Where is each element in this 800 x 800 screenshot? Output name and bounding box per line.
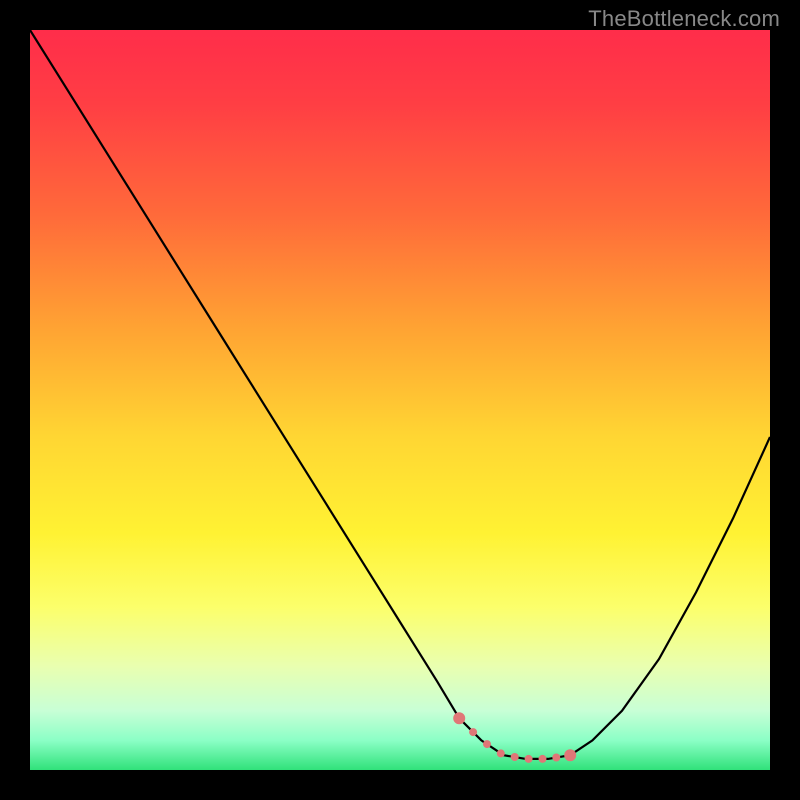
watermark-text: TheBottleneck.com [588,6,780,32]
plot-area [30,30,770,770]
optimal-dot [552,754,560,762]
chart-container: TheBottleneck.com [0,0,800,800]
optimal-dot [525,755,533,763]
optimal-dot [497,749,505,757]
optimal-dot [511,753,519,761]
optimal-dot [453,712,465,724]
curve-path [30,30,770,759]
bottleneck-curve [30,30,770,770]
optimal-dot [469,728,477,736]
optimal-dot [483,740,491,748]
optimal-dot [564,749,576,761]
optimal-dot [539,755,547,763]
